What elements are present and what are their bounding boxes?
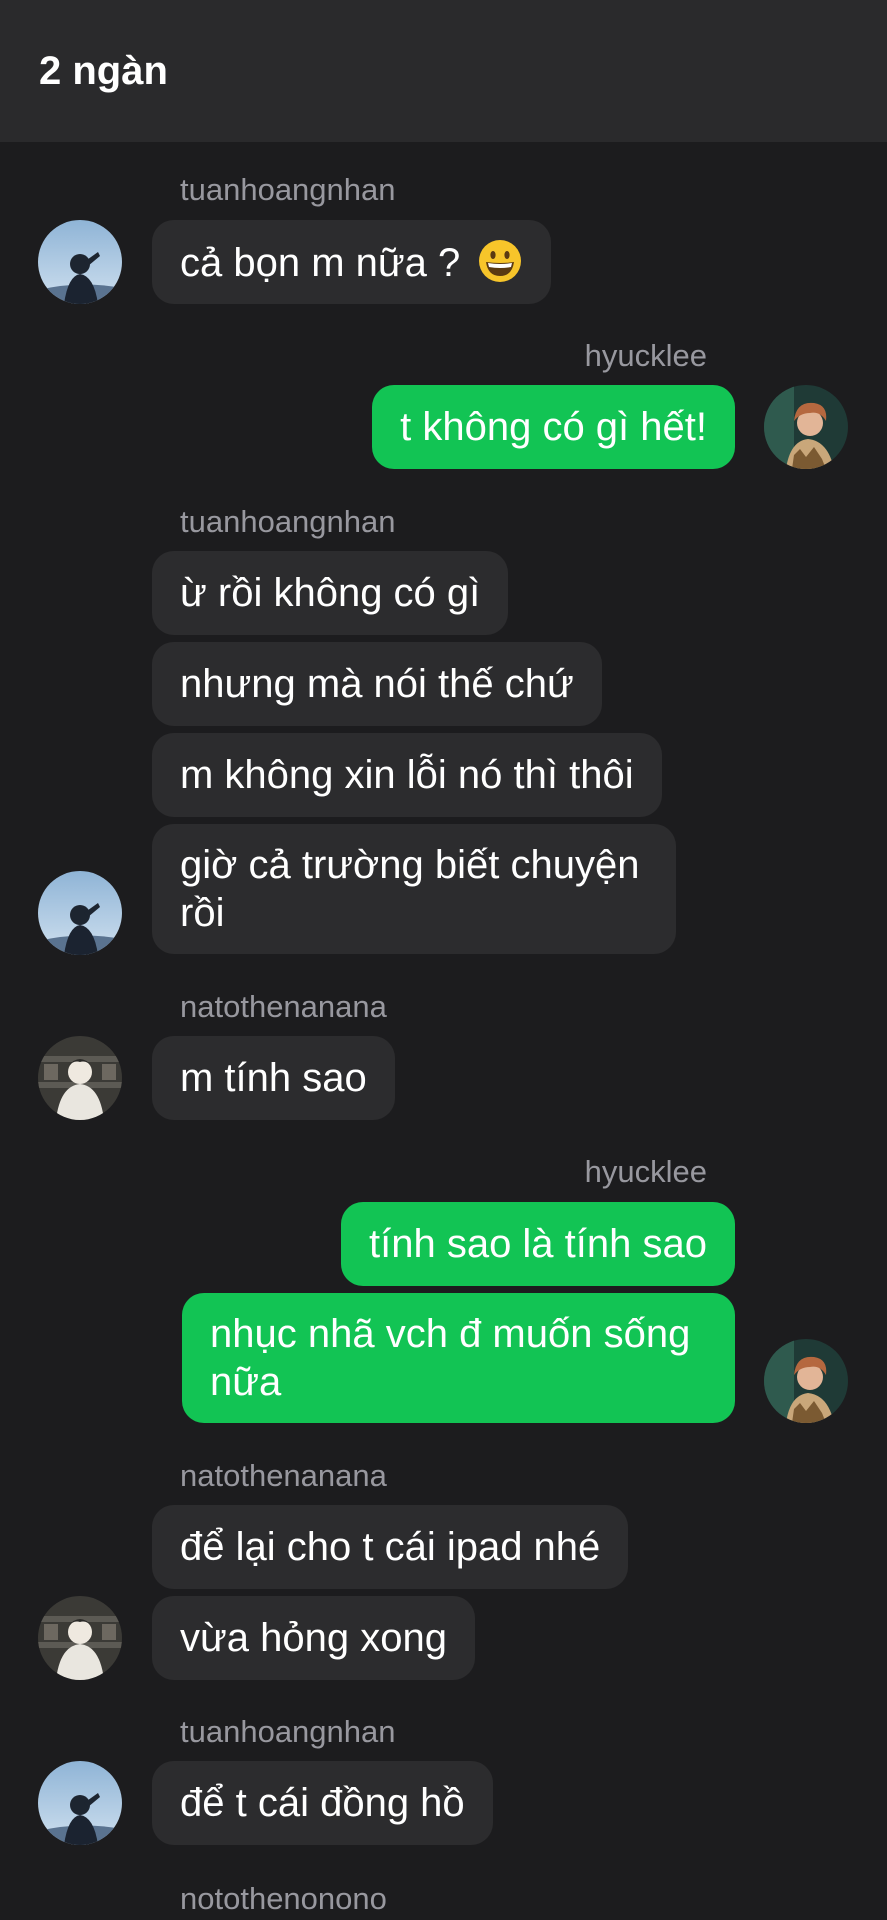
incoming-message[interactable]: cả bọn m nữa ?	[152, 220, 552, 304]
sender-name: tuanhoangnhan	[180, 504, 396, 539]
grinning-face-emoji	[479, 240, 522, 282]
incoming-message[interactable]: m không xin lỗi nó thì thôi	[152, 733, 662, 817]
incoming-message[interactable]: vừa hỏng xong	[152, 1596, 475, 1680]
sender-name: hyucklee	[584, 1154, 707, 1189]
avatar-natothenanana[interactable]	[38, 1036, 122, 1120]
avatar-tuanhoangnhan[interactable]	[38, 220, 122, 304]
sender-name: natothenanana	[180, 1458, 387, 1493]
incoming-message[interactable]: để lại cho t cái ipad nhé	[152, 1505, 629, 1589]
avatar-natothenanana[interactable]	[38, 1596, 122, 1680]
avatar-hyucklee[interactable]	[764, 385, 848, 469]
incoming-message[interactable]: m tính sao	[152, 1036, 395, 1120]
chat-header: 2 ngàn	[0, 0, 887, 142]
incoming-message[interactable]: ừ rồi không có gì	[152, 551, 509, 635]
sender-name: tuanhoangnhan	[180, 1714, 396, 1749]
avatar-tuanhoangnhan[interactable]	[38, 871, 122, 955]
avatar-hyucklee[interactable]	[764, 1339, 848, 1423]
sender-name: hyucklee	[584, 338, 707, 373]
sender-name: natothenanana	[180, 989, 387, 1024]
incoming-message[interactable]: nhưng mà nói thế chứ	[152, 642, 602, 726]
outgoing-message[interactable]: t không có gì hết!	[372, 385, 735, 469]
chat-title[interactable]: 2 ngàn	[39, 46, 168, 96]
incoming-message[interactable]: để t cái đồng hồ	[152, 1761, 493, 1845]
incoming-message[interactable]: giờ cả trường biết chuyện rồi	[152, 824, 676, 954]
sender-name: tuanhoangnhan	[180, 172, 396, 207]
sender-name: notothenonono	[180, 1881, 387, 1916]
outgoing-message[interactable]: tính sao là tính sao	[340, 1202, 735, 1286]
outgoing-message[interactable]: nhục nhã vch đ muốn sống nữa	[182, 1293, 735, 1423]
avatar-tuanhoangnhan[interactable]	[38, 1761, 122, 1845]
